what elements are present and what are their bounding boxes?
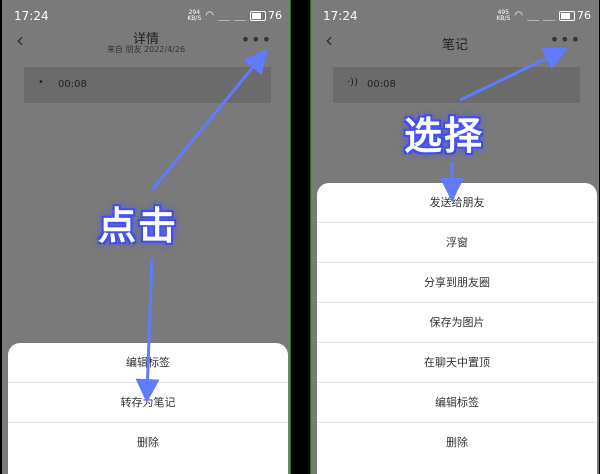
network-speed: 294 KB/S (187, 9, 202, 22)
more-dots-icon[interactable]: ••• (550, 30, 581, 49)
wifi-icon: ◠ (205, 10, 214, 21)
menu-item-share-moments[interactable]: 分享到朋友圈 (317, 263, 597, 303)
voice-wave-icon: • (38, 77, 44, 88)
signal-icon (218, 11, 230, 21)
status-bar: 17:24 495 KB/S ◠ 76 (311, 0, 599, 30)
signal-icon-2 (543, 11, 555, 21)
annotation-label-select: 选择 (404, 114, 485, 158)
right-phone-screen: 17:24 495 KB/S ◠ 76 ‹ 笔记 ••• ·)) 00:08 发… (310, 0, 599, 474)
more-dots-icon[interactable]: ••• (241, 30, 272, 49)
annotation-label-click: 点击 (98, 204, 179, 248)
signal-icon-2 (234, 11, 246, 21)
network-speed: 495 KB/S (496, 9, 511, 22)
battery-icon: 76 (250, 9, 282, 22)
menu-item-float-window[interactable]: 浮窗 (317, 223, 597, 263)
status-bar: 17:24 294 KB/S ◠ 76 (2, 0, 290, 30)
battery-icon: 76 (559, 9, 591, 22)
status-time: 17:24 (323, 9, 358, 23)
voice-message[interactable]: ·)) 00:08 (333, 67, 580, 103)
voice-duration: 00:08 (58, 79, 87, 90)
battery-level: 76 (268, 9, 282, 22)
menu-item-pin-in-chat[interactable]: 在聊天中置顶 (317, 343, 597, 383)
voice-duration: 00:08 (367, 79, 396, 90)
menu-item-edit-tag[interactable]: 编辑标签 (8, 343, 288, 383)
network-speed-unit: KB/S (496, 14, 511, 22)
menu-item-save-as-image[interactable]: 保存为图片 (317, 303, 597, 343)
menu-item-save-as-note[interactable]: 转存为笔记 (8, 383, 288, 423)
network-speed-unit: KB/S (187, 14, 202, 22)
action-sheet: 编辑标签 转存为笔记 删除 (8, 343, 288, 474)
title-bar: ‹ 笔记 ••• (311, 28, 599, 62)
action-sheet: 发送给朋友 浮窗 分享到朋友圈 保存为图片 在聊天中置顶 编辑标签 删除 (317, 183, 597, 474)
status-icons: 294 KB/S ◠ 76 (187, 9, 282, 22)
menu-item-edit-tag[interactable]: 编辑标签 (317, 383, 597, 423)
menu-item-send-to-friend[interactable]: 发送给朋友 (317, 183, 597, 223)
signal-icon (527, 11, 539, 21)
menu-item-delete[interactable]: 删除 (317, 423, 597, 462)
status-icons: 495 KB/S ◠ 76 (496, 9, 591, 22)
title-bar: ‹ 详情 来自 朋友 2022/4/26 ••• (2, 28, 290, 62)
battery-level: 76 (577, 9, 591, 22)
wifi-icon: ◠ (514, 10, 523, 21)
status-time: 17:24 (14, 9, 49, 23)
menu-item-delete[interactable]: 删除 (8, 423, 288, 462)
voice-message[interactable]: • 00:08 (24, 67, 271, 103)
voice-wave-icon: ·)) (347, 77, 358, 88)
